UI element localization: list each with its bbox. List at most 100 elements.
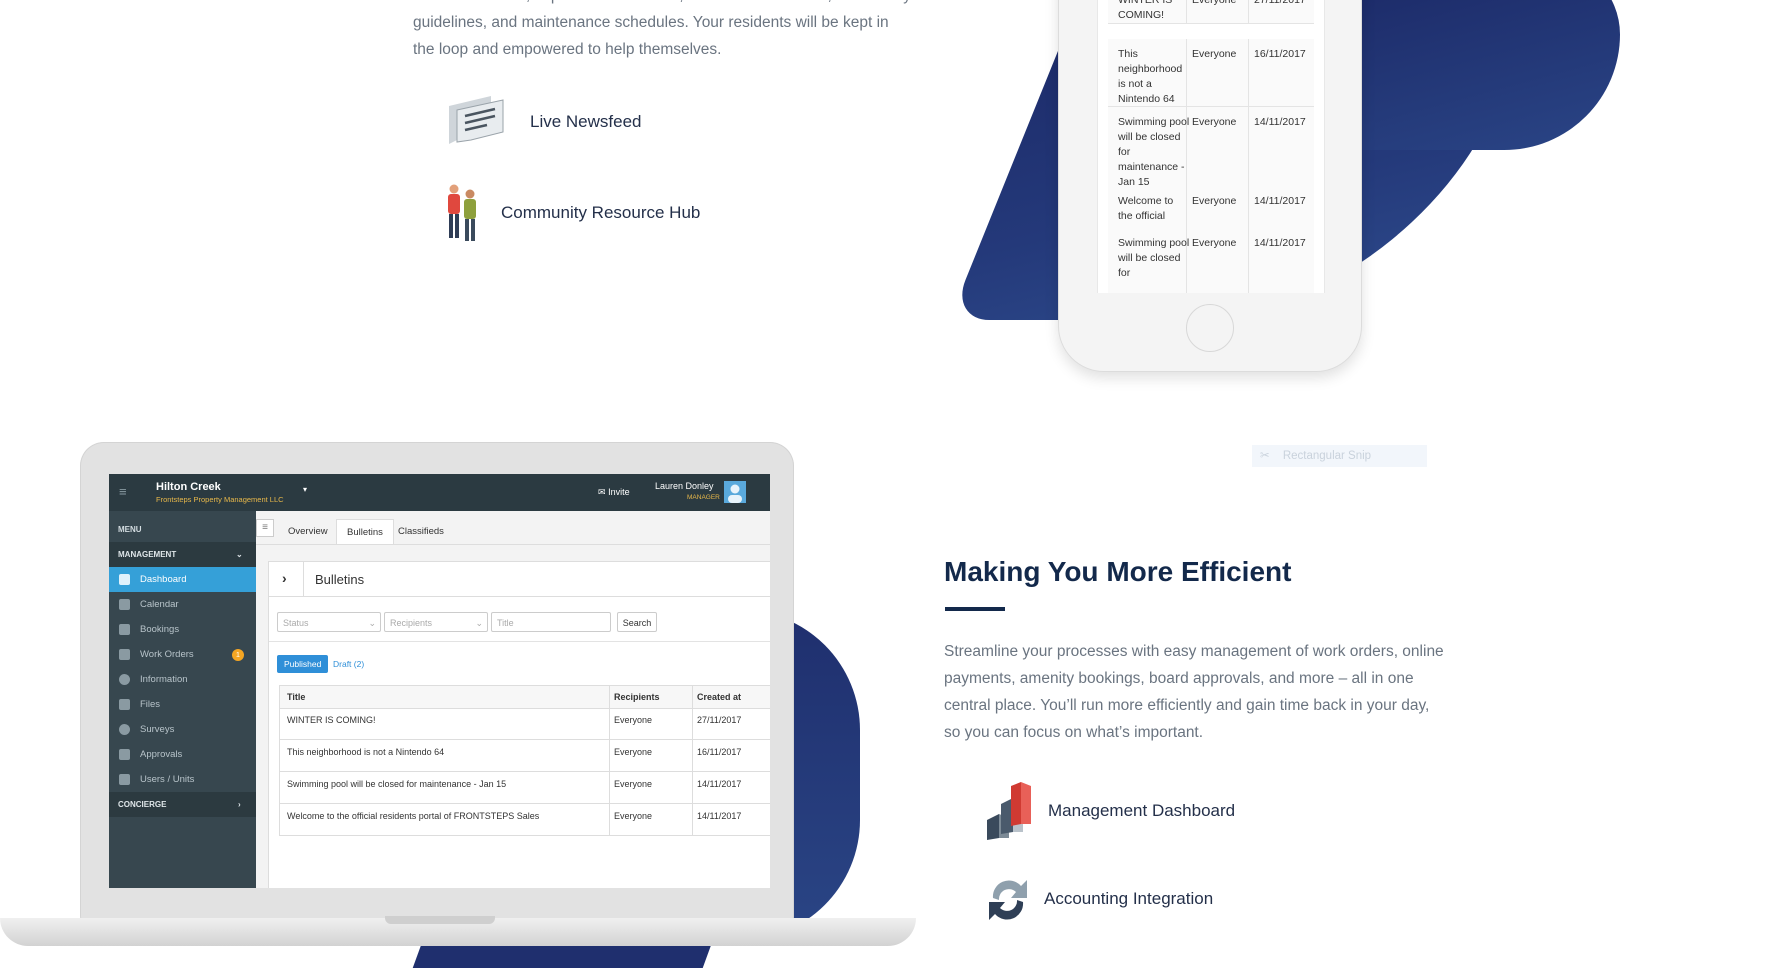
invite-button[interactable]: ✉ Invite [598, 487, 630, 498]
mail-icon: ✉ [598, 487, 606, 497]
cell-title: WINTER IS COMING! [287, 715, 376, 725]
recipients-filter[interactable]: Recipients ⌄ [384, 612, 488, 632]
hamburger-icon[interactable]: ≡ [119, 485, 133, 498]
app-main: ≡ Overview Bulletins Classifieds › Bulle… [256, 511, 770, 888]
sidebar-item-label: Users / Units [140, 774, 195, 785]
panel-title: Bulletins [315, 572, 365, 587]
folder-icon [119, 699, 130, 710]
list-item[interactable]: This neighborhood is not a Nintendo 64 E… [1108, 39, 1314, 107]
bulletin-title: Swimming pool will be closed for [1118, 237, 1190, 279]
status-filter[interactable]: Status ⌄ [277, 612, 381, 632]
phone-mockup: WINTER IS COMING! Everyone 27/11/2017 Th… [1058, 0, 1362, 372]
bulletin-date: 16/11/2017 [1254, 48, 1306, 60]
laptop-notch [385, 916, 495, 924]
cell-recipients: Everyone [614, 779, 653, 789]
tab-classifieds[interactable]: Classifieds [388, 519, 454, 545]
chevron-down-icon: ⌄ [475, 618, 483, 628]
column-header[interactable]: Recipients [614, 686, 660, 708]
list-item[interactable]: WINTER IS COMING! Everyone 27/11/2017 [1108, 0, 1314, 24]
bulletin-title: Welcome to the official [1118, 195, 1174, 222]
bulletin-date: 27/11/2017 [1254, 0, 1306, 6]
pie-chart-icon [119, 724, 130, 735]
grid-icon [119, 574, 130, 585]
column-header[interactable]: Title [287, 686, 305, 708]
table-row[interactable]: Welcome to the official residents portal… [279, 803, 770, 836]
cell-date: 16/11/2017 [697, 747, 742, 757]
tab-published[interactable]: Published [277, 655, 329, 673]
column-header[interactable]: Created at [697, 686, 741, 708]
bulletin-date: 14/11/2017 [1254, 116, 1306, 128]
chevron-down-icon[interactable]: ▾ [303, 485, 307, 494]
app-sidebar: MENU MANAGEMENT ⌄ Dashboard Calendar Boo… [109, 511, 256, 888]
cell-date: 14/11/2017 [697, 811, 742, 821]
sidebar-item-label: Bookings [140, 624, 180, 635]
intro-paragraph: account balance, important documents, a … [413, 0, 911, 58]
bulletin-title: WINTER IS COMING! [1118, 0, 1173, 21]
list-toggle-icon[interactable]: ≡ [256, 519, 274, 537]
user-name[interactable]: Lauren Donley [655, 481, 714, 491]
cell-recipients: Everyone [614, 715, 653, 725]
property-name[interactable]: Hilton Creek [156, 481, 221, 493]
phone-home-button [1186, 304, 1234, 352]
avatar[interactable] [724, 481, 746, 503]
tab-bulletins[interactable]: Bulletins [336, 519, 394, 545]
table-header: Title Recipients Created at [279, 685, 770, 709]
heading-underline [945, 607, 1005, 611]
feature-label: Management Dashboard [1048, 801, 1236, 820]
sidebar-section-management[interactable]: MANAGEMENT ⌄ [109, 542, 256, 567]
menu-label: MENU [118, 525, 142, 534]
rectangular-snip-tooltip: ✂ Rectangular Snip [1252, 445, 1427, 467]
feature-label: Live Newsfeed [530, 112, 642, 131]
tab-draft[interactable]: Draft (2) [333, 655, 364, 673]
cell-recipients: Everyone [614, 811, 653, 821]
sidebar-item-label: Surveys [140, 724, 175, 735]
chevron-down-icon: ⌄ [236, 550, 243, 559]
chevron-right-icon[interactable]: › [282, 570, 287, 586]
users-icon [119, 774, 130, 785]
search-button[interactable]: Search [617, 612, 657, 632]
table-row[interactable]: WINTER IS COMING! Everyone 27/11/2017 [279, 707, 770, 740]
bulletin-recipients: Everyone [1192, 195, 1237, 207]
list-item[interactable]: Swimming pool will be closed for mainten… [1108, 107, 1314, 188]
app-screen: ≡ Hilton Creek Frontsteps Property Manag… [109, 474, 770, 888]
bulletins-panel: › Bulletins Status ⌄ Recipients ⌄ Title Se… [268, 561, 770, 888]
cell-recipients: Everyone [614, 747, 653, 757]
sidebar-item-users-units[interactable]: Users / Units [109, 767, 256, 792]
sidebar-item-information[interactable]: Information [109, 667, 256, 692]
section-paragraph: Streamline your processes with easy mana… [944, 643, 1444, 741]
sidebar-item-label: Work Orders [140, 649, 194, 660]
sidebar-item-calendar[interactable]: Calendar [109, 592, 256, 617]
cell-date: 14/11/2017 [697, 779, 742, 789]
sidebar-item-surveys[interactable]: Surveys [109, 717, 256, 742]
feature-label: Community Resource Hub [501, 203, 701, 222]
section-label: MANAGEMENT [118, 550, 177, 559]
sidebar-item-dashboard[interactable]: Dashboard [109, 567, 256, 592]
app-topbar: ≡ Hilton Creek Frontsteps Property Manag… [109, 474, 770, 511]
info-icon [119, 674, 130, 685]
section-label: CONCIERGE [118, 800, 167, 809]
table-row[interactable]: This neighborhood is not a Nintendo 64 E… [279, 739, 770, 772]
sidebar-item-bookings[interactable]: Bookings [109, 617, 256, 642]
bulletin-date: 14/11/2017 [1254, 195, 1306, 207]
bulletin-recipients: Everyone [1192, 48, 1237, 60]
list-item[interactable]: Welcome to the official Everyone 14/11/2… [1108, 187, 1314, 229]
cell-title: Welcome to the official residents portal… [287, 811, 540, 821]
title-filter-input[interactable]: Title [491, 612, 611, 632]
table-row[interactable]: Swimming pool will be closed for mainten… [279, 771, 770, 804]
list-item[interactable]: Swimming pool will be closed for Everyon… [1108, 228, 1314, 293]
bulletin-recipients: Everyone [1192, 116, 1237, 128]
sidebar-item-work-orders[interactable]: Work Orders 1 [109, 642, 256, 667]
bulletin-recipients: Everyone [1192, 0, 1237, 6]
people-icon [443, 182, 481, 244]
bulletin-recipients: Everyone [1192, 237, 1237, 249]
sidebar-section-concierge[interactable]: CONCIERGE › [109, 792, 256, 817]
tab-overview[interactable]: Overview [278, 519, 338, 545]
cell-title: Swimming pool will be closed for mainten… [287, 779, 507, 789]
feature-label: Accounting Integration [1044, 889, 1214, 908]
sidebar-item-label: Calendar [140, 599, 179, 610]
sidebar-item-files[interactable]: Files [109, 692, 256, 717]
section-heading: Making You More Efficient [944, 556, 1292, 587]
sidebar-item-approvals[interactable]: Approvals [109, 742, 256, 767]
calendar-icon [119, 599, 130, 610]
decor-blob-top-right [1360, 0, 1620, 150]
